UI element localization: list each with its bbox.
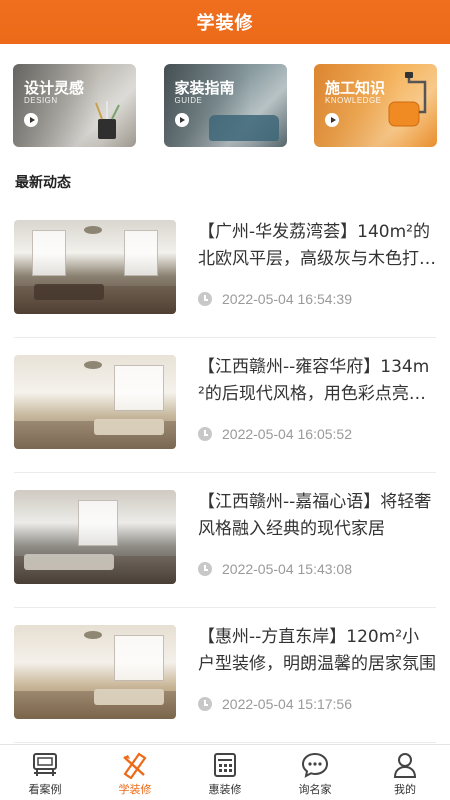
play-icon <box>325 113 339 127</box>
tab-label: 看案例 <box>28 783 62 796</box>
chandelier-shape <box>84 226 102 234</box>
thumb-sofa <box>94 689 164 705</box>
tab-cases[interactable]: 看案例 <box>0 745 90 800</box>
pen-holder-icon <box>95 101 120 139</box>
paint-roller-icon <box>388 72 427 127</box>
news-title: 【惠州--方直东岸】120m²小户型装修，明朗温馨的居家氛围 <box>198 627 436 674</box>
card-subtitle: KNOWLEDGE <box>325 96 382 105</box>
tab-label: 学装修 <box>118 783 152 796</box>
news-title: 【广州-华发荔湾荟】140m²的北欧风平层，高级灰与木色打造温馨空间 <box>198 222 436 269</box>
card-title: 家装指南 <box>174 79 235 97</box>
tab-deals[interactable]: 惠装修 <box>180 745 270 800</box>
section-title-latest-news: 最新动态 <box>15 175 71 191</box>
thumb-window <box>114 635 164 681</box>
thumb-window <box>32 230 66 276</box>
card-decoration-guide[interactable]: 家装指南 GUIDE <box>163 64 287 147</box>
app-header: 学装修 <box>0 0 450 44</box>
thumb-sofa <box>34 284 104 300</box>
tab-experts[interactable]: 询名家 <box>270 745 360 800</box>
tab-mine[interactable]: 我的 <box>360 745 450 800</box>
clock-icon <box>198 697 212 711</box>
news-time: 2022-05-04 15:17:56 <box>222 696 352 712</box>
news-time: 2022-05-04 16:54:39 <box>222 291 352 307</box>
card-title: 设计灵感 <box>24 79 85 97</box>
page-title: 学装修 <box>196 13 254 34</box>
card-title: 施工知识 <box>325 79 386 97</box>
news-title: 【江西赣州--雍容华府】134m²的后现代风格，用色彩点亮生活 <box>198 357 430 404</box>
chandelier-shape <box>84 361 102 369</box>
list-item[interactable]: 【江西赣州--嘉福心语】将轻奢风格融入经典的现代家居 2022-05-04 15… <box>14 473 436 608</box>
list-item[interactable]: 【惠州--方直东岸】120m²小户型装修，明朗温馨的居家氛围 2022-05-0… <box>14 608 436 743</box>
user-icon <box>390 751 420 779</box>
category-cards: 设计灵感 DESIGN 家装指南 GUIDE 施工知识 KNOWLEDGE <box>0 44 450 147</box>
clock-icon <box>198 292 212 306</box>
sofa-icon <box>208 115 279 141</box>
case-icon <box>30 751 60 779</box>
news-time: 2022-05-04 15:43:08 <box>222 561 352 577</box>
thumb-window <box>78 500 118 546</box>
card-subtitle: GUIDE <box>174 96 203 105</box>
thumb-window <box>114 365 164 411</box>
list-item[interactable]: 【广州-华发荔湾荟】140m²的北欧风平层，高级灰与木色打造温馨空间 2022-… <box>14 203 436 338</box>
news-meta: 2022-05-04 15:43:08 <box>198 561 352 577</box>
news-meta: 2022-05-04 16:05:52 <box>198 426 352 442</box>
tab-label: 我的 <box>394 783 416 796</box>
bottom-tab-bar: 看案例 学装修 惠装修 询名家 我的 <box>0 744 450 800</box>
news-thumbnail <box>14 355 176 449</box>
news-thumbnail <box>14 625 176 719</box>
card-subtitle: DESIGN <box>24 96 58 105</box>
calculator-icon <box>210 751 240 779</box>
tab-label: 询名家 <box>298 783 332 796</box>
card-design-inspiration[interactable]: 设计灵感 DESIGN <box>13 64 136 147</box>
news-meta: 2022-05-04 16:54:39 <box>198 291 352 307</box>
thumb-window <box>124 230 158 276</box>
news-thumbnail <box>14 490 176 584</box>
card-construction-knowledge[interactable]: 施工知识 KNOWLEDGE <box>314 64 437 147</box>
tab-learn[interactable]: 学装修 <box>90 745 180 800</box>
news-thumbnail <box>14 220 176 314</box>
news-time: 2022-05-04 16:05:52 <box>222 426 352 442</box>
learn-icon <box>120 751 150 779</box>
news-meta: 2022-05-04 15:17:56 <box>198 696 352 712</box>
play-icon <box>174 113 189 127</box>
chandelier-shape <box>84 631 102 639</box>
tab-label: 惠装修 <box>208 783 242 796</box>
news-title: 【江西赣州--嘉福心语】将轻奢风格融入经典的现代家居 <box>198 492 432 539</box>
clock-icon <box>198 562 212 576</box>
clock-icon <box>198 427 212 441</box>
thumb-sofa <box>24 554 114 570</box>
list-item[interactable]: 【江西赣州--雍容华府】134m²的后现代风格，用色彩点亮生活 2022-05-… <box>14 338 436 473</box>
thumb-sofa <box>94 419 164 435</box>
play-icon <box>24 113 38 127</box>
news-list: 【广州-华发荔湾荟】140m²的北欧风平层，高级灰与木色打造温馨空间 2022-… <box>0 203 450 770</box>
chat-icon <box>300 751 330 779</box>
